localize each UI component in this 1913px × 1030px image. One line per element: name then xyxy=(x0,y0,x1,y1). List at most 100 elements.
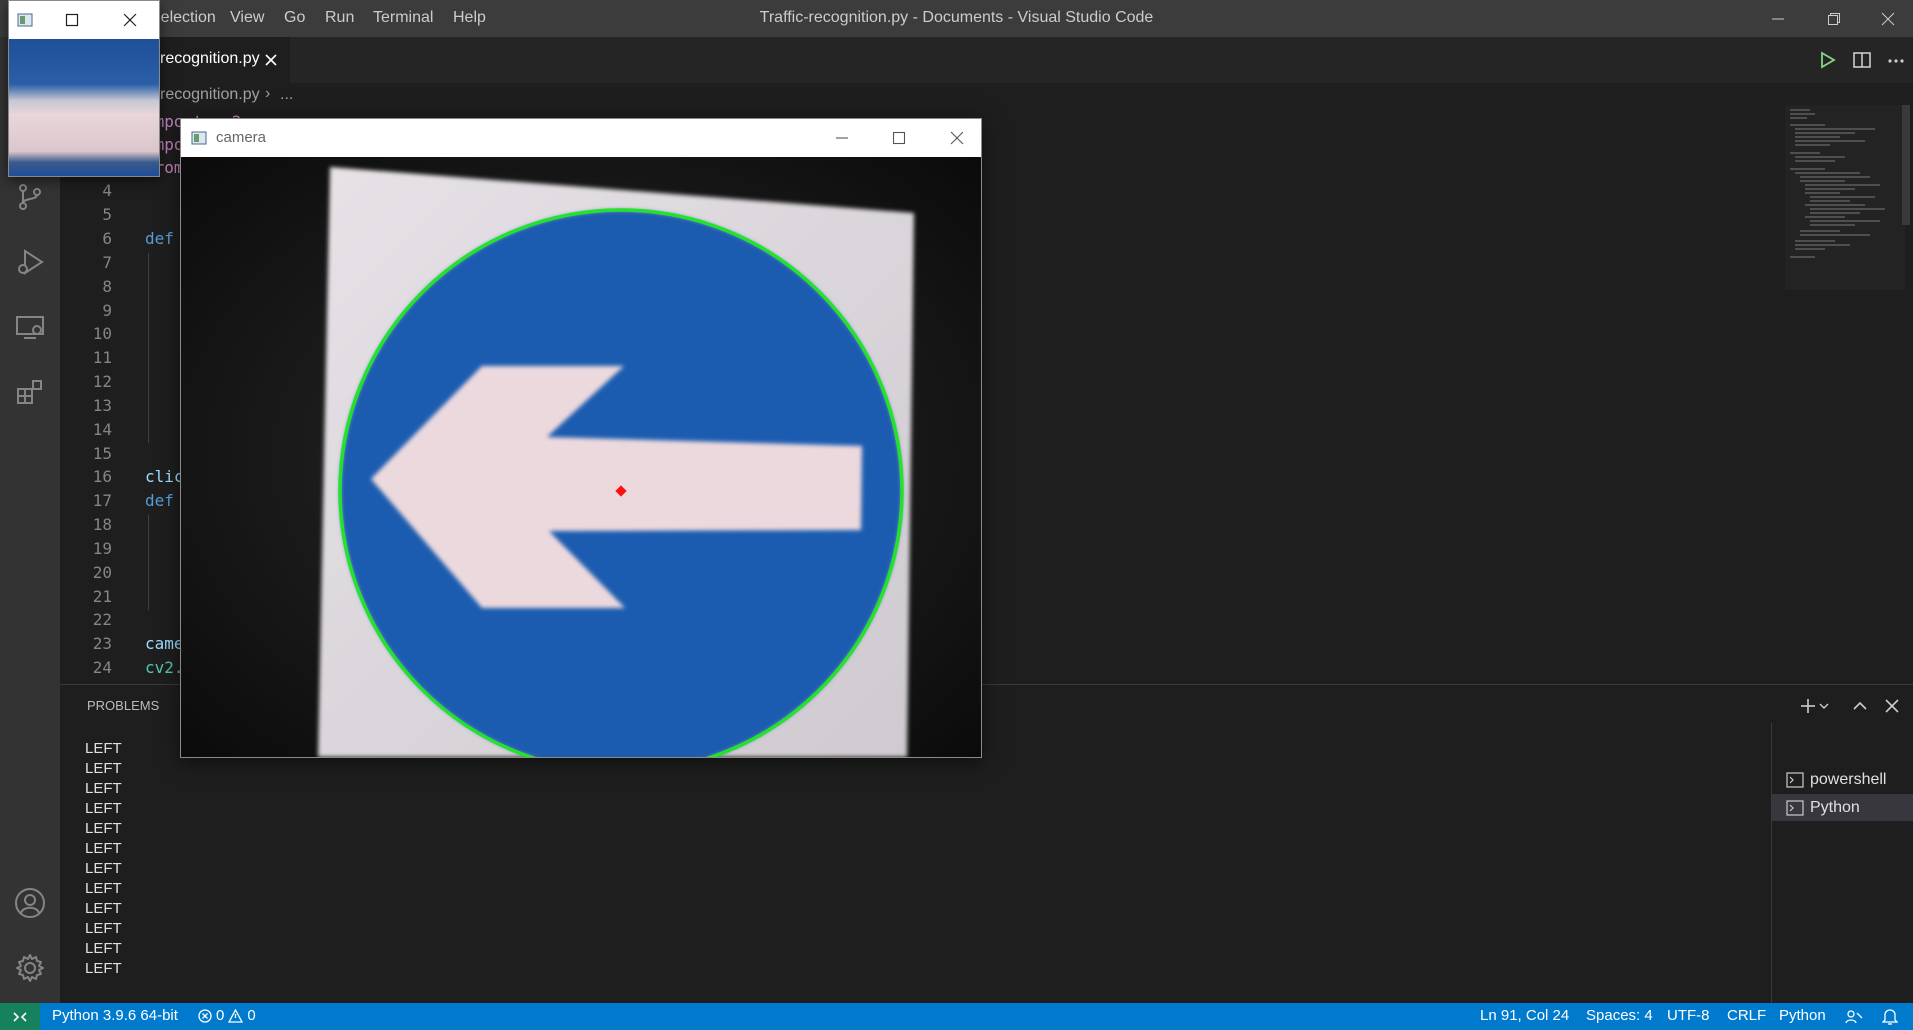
breadcrumb-separator-icon: › xyxy=(265,85,271,102)
maximize-icon[interactable] xyxy=(892,131,906,145)
terminal-output-line: LEFT xyxy=(85,760,122,777)
tab-close-icon[interactable] xyxy=(264,53,278,67)
line-number: 6 xyxy=(102,229,112,248)
terminal-output-line: LEFT xyxy=(85,860,122,877)
file-encoding[interactable]: UTF-8 xyxy=(1667,1007,1710,1024)
new-terminal-icon[interactable] xyxy=(1800,696,1830,716)
indent-guide xyxy=(148,515,149,610)
terminal-item-python[interactable]: Python xyxy=(1772,794,1913,821)
line-number: 22 xyxy=(92,610,112,629)
camera-title-bar[interactable]: camera xyxy=(181,119,981,157)
breadcrumb-symbol[interactable]: ... xyxy=(280,86,293,104)
close-icon[interactable] xyxy=(950,131,964,145)
minimize-icon xyxy=(1772,18,1784,19)
minimize-icon[interactable] xyxy=(835,131,849,145)
run-file-icon[interactable] xyxy=(1817,50,1837,70)
split-editor-icon[interactable] xyxy=(1852,50,1872,70)
close-icon xyxy=(1881,12,1894,25)
camera-feed xyxy=(181,157,981,757)
line-number: 11 xyxy=(92,348,112,367)
activity-accounts[interactable] xyxy=(0,873,60,933)
cursor-position[interactable]: Ln 91, Col 24 xyxy=(1480,1007,1569,1024)
app-icon xyxy=(17,13,33,27)
notifications-icon[interactable] xyxy=(1882,1008,1898,1025)
activity-run-debug[interactable] xyxy=(0,232,60,292)
title-bar: Selection View Go Run Terminal Help Traf… xyxy=(0,0,1913,37)
activity-extensions[interactable] xyxy=(0,362,60,422)
status-bar: Python 3.9.6 64-bit 0 0 Ln 91, Col 24 Sp… xyxy=(0,1003,1913,1030)
preview-window[interactable] xyxy=(8,0,160,177)
activity-bar xyxy=(0,37,60,1003)
line-number: 20 xyxy=(92,563,112,582)
camera-window-title: camera xyxy=(216,129,267,146)
terminal-output-line: LEFT xyxy=(85,800,122,817)
maximize-icon[interactable] xyxy=(65,13,79,27)
terminal-item-powershell[interactable]: powershell xyxy=(1772,766,1913,793)
maximize-panel-icon[interactable] xyxy=(1850,696,1870,716)
more-actions-icon[interactable] xyxy=(1886,50,1906,70)
line-number: 9 xyxy=(102,301,112,320)
minimap[interactable] xyxy=(1785,105,1905,295)
terminal-item-label: Python xyxy=(1810,798,1860,816)
feedback-icon[interactable] xyxy=(1845,1009,1863,1025)
terminal-output-line: LEFT xyxy=(85,920,122,937)
remote-explorer-icon xyxy=(16,316,44,339)
preview-title-bar[interactable] xyxy=(9,1,159,39)
editor-tab-bar: recognition.py xyxy=(60,37,1913,83)
code-line: clic xyxy=(145,467,184,486)
terminal-output-line: LEFT xyxy=(85,780,122,797)
camera-window[interactable]: camera xyxy=(180,118,982,758)
close-panel-icon[interactable] xyxy=(1882,696,1902,716)
editor-scrollbar[interactable] xyxy=(1902,105,1910,225)
line-number: 10 xyxy=(92,324,112,343)
minimize-button[interactable] xyxy=(1750,0,1806,37)
terminal-list: powershell Python xyxy=(1771,723,1913,1004)
line-number: 12 xyxy=(92,372,112,391)
remote-icon xyxy=(13,1011,27,1022)
gear-icon xyxy=(16,954,44,982)
code-line: cv2. xyxy=(145,658,184,677)
terminal-output-line: LEFT xyxy=(85,880,122,897)
warning-icon xyxy=(228,1008,244,1023)
restore-icon xyxy=(1828,12,1840,25)
restore-button[interactable] xyxy=(1806,0,1862,37)
warning-count: 0 xyxy=(247,1007,256,1024)
minimap-preview xyxy=(1785,105,1905,290)
indentation[interactable]: Spaces: 4 xyxy=(1586,1007,1653,1024)
line-number: 15 xyxy=(92,444,112,463)
line-number: 8 xyxy=(102,277,112,296)
end-of-line[interactable]: CRLF xyxy=(1727,1007,1766,1024)
terminal-icon xyxy=(1786,799,1804,816)
activity-remote-explorer[interactable] xyxy=(0,297,60,357)
tab-label: recognition.py xyxy=(160,50,260,67)
terminal-item-label: powershell xyxy=(1810,770,1887,788)
breadcrumb: recognition.py › ... xyxy=(60,83,1913,109)
source-control-icon xyxy=(19,184,41,210)
activity-manage[interactable] xyxy=(0,938,60,998)
python-interpreter[interactable]: Python 3.9.6 64-bit xyxy=(52,1007,178,1024)
line-number: 23 xyxy=(92,634,112,653)
language-mode[interactable]: Python xyxy=(1779,1007,1826,1024)
close-icon[interactable] xyxy=(123,13,137,27)
problems-counter[interactable]: 0 0 xyxy=(198,1007,256,1024)
line-number: 7 xyxy=(102,253,112,272)
breadcrumb-file[interactable]: recognition.py xyxy=(160,86,260,104)
line-number: 19 xyxy=(92,539,112,558)
cropped-sign-image xyxy=(9,39,159,176)
tab-problems[interactable]: PROBLEMS xyxy=(87,698,159,713)
app-icon xyxy=(191,131,207,145)
terminal-output-line: LEFT xyxy=(85,900,122,917)
window-title: Traffic-recognition.py - Documents - Vis… xyxy=(759,9,1154,26)
code-line: def xyxy=(145,229,174,248)
line-number: 24 xyxy=(92,658,112,677)
code-line: def xyxy=(145,491,174,510)
terminal-output-line: LEFT xyxy=(85,940,122,957)
terminal-icon xyxy=(1786,771,1804,788)
line-number: 17 xyxy=(92,491,112,510)
terminal-output-line: LEFT xyxy=(85,740,122,757)
indent-guide xyxy=(148,253,149,443)
account-icon xyxy=(15,888,45,918)
error-icon xyxy=(198,1008,212,1023)
remote-indicator[interactable] xyxy=(0,1003,40,1030)
close-button[interactable] xyxy=(1862,0,1913,37)
